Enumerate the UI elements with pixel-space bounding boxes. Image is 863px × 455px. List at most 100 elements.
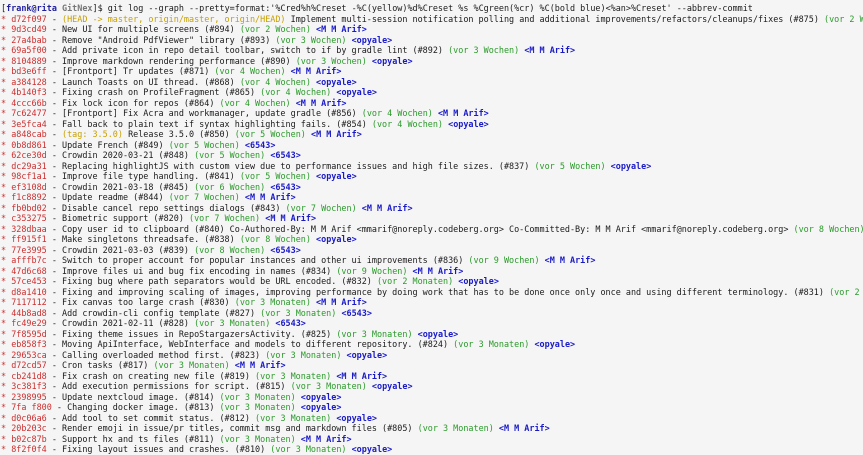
log-line: * b02c87b - Support hx and ts files (#81… <box>1 433 352 444</box>
commit-subject: Improve file type handling. (#841) <box>62 171 235 181</box>
commit-date: (vor 3 Wochen) <box>275 34 347 45</box>
commit-author: <M M Arif> <box>498 423 550 433</box>
commit-subject: Fixing theme issues in RepoStargazersAct… <box>62 328 332 339</box>
log-line: * 2398995 - Update nextcloud image. (#81… <box>1 391 342 402</box>
commit-subject: Crowdin 2021-03-03 (#839) <box>62 244 189 255</box>
commit-author: <6543> <box>275 318 306 328</box>
commit-date: (vor 3 Monaten) <box>234 297 311 307</box>
commit-author: <M M Arif> <box>316 24 367 34</box>
commit-subject: Moving ApiInterface, WebInterface and mo… <box>62 339 449 349</box>
commit-hash: 77e3995 <box>11 244 47 255</box>
commit-subject: Cron tasks (#817) <box>62 360 149 370</box>
commit-hash: 4ccc66b <box>11 97 47 108</box>
commit-author: <opyale> <box>610 160 652 171</box>
terminal-window[interactable]: [frank@rita GitNex]$ git log --graph --p… <box>0 0 863 455</box>
commit-subject: Implement multi-session notification pol… <box>290 13 819 24</box>
commit-author: <opyale> <box>351 34 393 45</box>
commit-subject: Remove "Android PdfViewer" library (#893… <box>62 34 271 45</box>
graph-marker: * <box>1 108 7 118</box>
log-line: * afffb7c - Switch to proper account for… <box>1 255 596 265</box>
commit-date: (vor 2 Wochen) <box>239 24 311 34</box>
log-line: * cb241d8 - Fix crash on creating new fi… <box>1 370 388 381</box>
commit-date: (vor 3 Monaten) <box>270 444 347 454</box>
commit-subject: Fixing and improving scaling of images, … <box>62 286 824 297</box>
commit-hash: d0c06a6 <box>11 412 47 423</box>
commit-author: <M M Arif> <box>300 433 352 444</box>
commit-hash: c353275 <box>11 213 47 223</box>
commit-author: <M M Arif> <box>437 108 489 118</box>
commit-date: (vor 3 Monaten) <box>453 339 530 349</box>
log-line: * 77e3995 - Crowdin 2021-03-03 (#839) (v… <box>1 244 301 255</box>
commit-date: (vor 2 Monaten) <box>829 286 860 297</box>
commit-subject: Calling overloaded method first. (#823) <box>62 349 261 360</box>
commit-date: (vor 3 Monaten) <box>219 402 296 412</box>
commit-subject: Render emoji in issue/pr titles, commit … <box>62 423 413 433</box>
commit-subject: Changing docker image. (#813) <box>67 402 215 412</box>
graph-marker: * <box>1 213 7 223</box>
commit-author: <opyale> <box>316 234 357 244</box>
commit-author: <6543> <box>270 244 301 255</box>
commit-hash: 2398995 <box>11 391 47 402</box>
graph-marker: * <box>1 24 7 34</box>
commit-hash: 29653ca <box>11 349 47 360</box>
commit-subject: Add crowdin-cli config template (#827) <box>62 307 256 318</box>
commit-author: <M M Arif> <box>361 202 413 213</box>
graph-marker: * <box>1 349 7 360</box>
graph-marker: * <box>1 45 7 55</box>
commit-subject: Launch Toasts on UI thread. (#868) <box>62 76 235 87</box>
commit-hash: cb241d8 <box>11 370 47 381</box>
log-line: * 62ce30d - Crowdin 2020-03-21 (#848) (v… <box>1 150 301 160</box>
commit-author: <opyale> <box>346 349 388 360</box>
commit-date: (vor 4 Wochen) <box>239 76 311 87</box>
commit-author: <M M Arif> <box>310 129 362 139</box>
commit-hash: b02c87b <box>11 433 47 444</box>
graph-marker: * <box>1 129 7 139</box>
graph-marker: * <box>1 150 7 160</box>
prompt-close-bracket: ]$ <box>92 3 108 13</box>
commit-date: (vor 3 Wochen) <box>295 55 367 66</box>
log-line: * 98cf1a1 - Improve file type handling. … <box>1 171 357 181</box>
commit-subject: Fix canvas too large crash (#830) <box>62 297 230 307</box>
commit-subject: New UI for multiple screens (#894) <box>62 24 235 34</box>
graph-marker: * <box>1 181 7 192</box>
graph-marker: * <box>1 297 7 307</box>
graph-marker: * <box>1 444 7 454</box>
log-line: * ff915f1 - Make singletons threadsafe. … <box>1 234 357 244</box>
commit-date: (vor 6 Wochen) <box>194 181 266 192</box>
commit-hash: 8f2f0f4 <box>11 444 47 454</box>
commit-date: (vor 2 Monaten) <box>376 276 454 286</box>
graph-marker: * <box>1 202 7 213</box>
commit-hash: 328dbaa <box>11 223 47 234</box>
log-line: * d0c06a6 - Add tool to set commit statu… <box>1 412 377 423</box>
log-line: * f1c8892 - Update readme (#844) (vor 7 … <box>1 192 296 202</box>
commit-subject: [Frontport] Tr updates (#871) <box>62 66 210 76</box>
log-line: * 3c381f3 - Add execution permissions fo… <box>1 381 413 391</box>
commit-subject: Fix crash on creating new file (#819) <box>62 370 250 381</box>
commit-date: (vor 8 Wochen) <box>793 223 863 234</box>
log-line: * 7fa f800 - Changing docker image. (#81… <box>1 402 342 412</box>
commit-date: (vor 9 Wochen) <box>468 255 540 265</box>
graph-marker: * <box>1 192 7 202</box>
log-line: * 9d3cd49 - New UI for multiple screens … <box>1 24 367 34</box>
log-line: * 8104889 - Improve markdown rendering p… <box>1 55 413 66</box>
commit-hash: 3c381f3 <box>11 381 47 391</box>
log-line: * fc49e29 - Crowdin 2021-02-11 (#828) (v… <box>1 318 306 328</box>
commit-hash: dc29a31 <box>11 160 47 171</box>
graph-marker: * <box>1 402 7 412</box>
commit-author: <opyale> <box>534 339 576 349</box>
commit-subject: Copy user id to clipboard (#840) Co-Auth… <box>62 223 789 234</box>
commit-date: (vor 9 Wochen) <box>336 265 408 276</box>
commit-hash: d72f097 <box>11 13 47 24</box>
commit-author: <opyale> <box>458 276 499 286</box>
graph-marker: * <box>1 223 7 234</box>
prompt-user: frank <box>6 3 32 13</box>
log-line: * 29653ca - Calling overloaded method fi… <box>1 349 388 360</box>
commit-author: <6543> <box>341 307 372 318</box>
prompt-directory: GitNex <box>62 3 93 13</box>
log-line: * dc29a31 - Replacing highlightJS with c… <box>1 160 652 171</box>
commit-subject: Switch to proper account for popular ins… <box>62 255 464 265</box>
commit-author: <opyale> <box>336 412 377 423</box>
commit-hash: a384128 <box>11 76 47 87</box>
commit-subject: Biometric support (#820) <box>62 213 184 223</box>
graph-marker: * <box>1 307 7 318</box>
